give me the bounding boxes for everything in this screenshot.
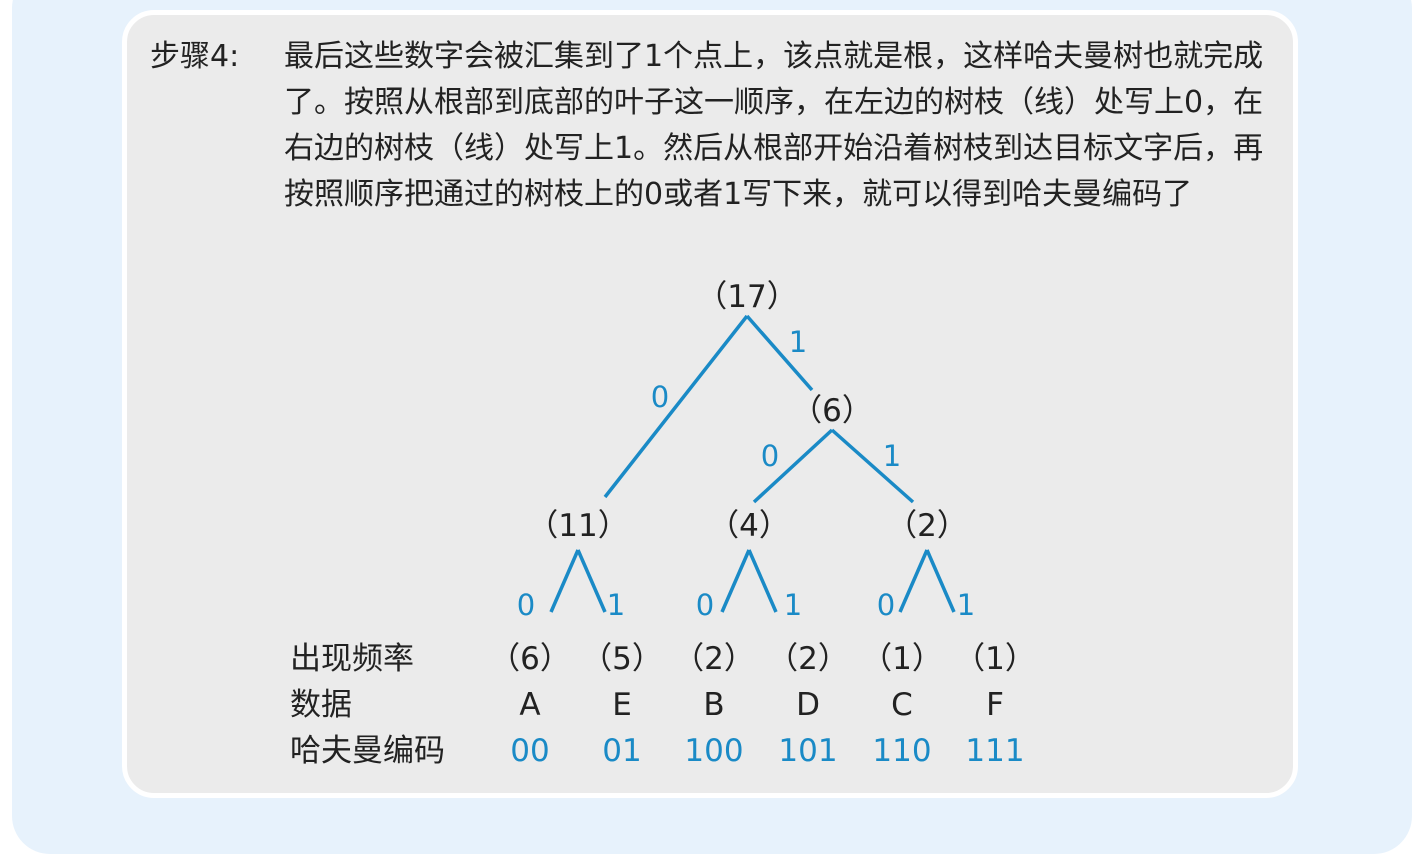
edge-bit-n11-E: 1 bbox=[607, 588, 625, 622]
tree-edge-n4-D bbox=[747, 549, 778, 613]
edge-bit-n6-n2: 1 bbox=[883, 439, 901, 473]
edge-bit-n4-D: 1 bbox=[784, 588, 802, 622]
tree-node-n6: （6） bbox=[791, 393, 873, 429]
tree-edge-n11-A bbox=[549, 549, 580, 613]
tree-edge-n2-C bbox=[898, 549, 929, 613]
leaf-frequency-A: （6） bbox=[489, 641, 571, 677]
leaf-frequency-E: （5） bbox=[581, 641, 663, 677]
edge-bit-n4-B: 0 bbox=[696, 588, 714, 622]
leaf-code-A: 00 bbox=[510, 733, 549, 769]
huffman-table: 出现频率数据哈夫曼编码 （6） A 00 （5） E 01 （2） B 100 （2） D 101 （1）… bbox=[290, 641, 1036, 769]
leaf-data-D: D bbox=[796, 687, 820, 723]
edge-bit-root-n11: 0 bbox=[651, 380, 669, 414]
row-label-code: 哈夫曼编码 bbox=[290, 733, 445, 769]
leaf-data-F: F bbox=[986, 687, 1004, 723]
leaf-frequency-B: （2） bbox=[673, 641, 755, 677]
edge-bit-n2-C: 0 bbox=[877, 588, 895, 622]
leaf-frequency-D: （2） bbox=[767, 641, 849, 677]
tree-edge-n2-F bbox=[925, 549, 956, 613]
tree-edge-n4-B bbox=[720, 549, 751, 613]
tree-edge-root-n11 bbox=[603, 314, 749, 499]
leaf-data-B: B bbox=[703, 687, 724, 723]
leaf-code-B: 100 bbox=[684, 733, 743, 769]
row-label-frequency: 出现频率 bbox=[290, 641, 414, 677]
edge-bit-root-n6: 1 bbox=[789, 325, 807, 359]
row-label-data: 数据 bbox=[290, 687, 352, 723]
leaf-code-D: 101 bbox=[778, 733, 837, 769]
edge-bit-n2-F: 1 bbox=[957, 588, 975, 622]
tree-node-n4: （4） bbox=[708, 508, 790, 544]
leaf-code-E: 01 bbox=[602, 733, 641, 769]
tree-node-n11: （11） bbox=[527, 508, 628, 544]
leaf-code-F: 111 bbox=[965, 733, 1024, 769]
tree-edge-n11-E bbox=[576, 549, 607, 613]
leaf-code-C: 110 bbox=[872, 733, 931, 769]
edge-bit-n11-A: 0 bbox=[517, 588, 535, 622]
tree-node-root: （17） bbox=[696, 279, 797, 315]
leaf-data-C: C bbox=[891, 687, 913, 723]
leaf-frequency-C: （1） bbox=[861, 641, 943, 677]
leaf-data-E: E bbox=[612, 687, 632, 723]
huffman-tree-diagram: （17）（6）（11） （4） （2）010 10 1 0 1 0 1 出现频率数据哈夫曼编码（… bbox=[290, 279, 1036, 769]
edge-bit-n6-n4: 0 bbox=[761, 439, 779, 473]
leaf-frequency-F: （1） bbox=[954, 641, 1036, 677]
leaf-data-A: A bbox=[519, 687, 540, 723]
tree-node-n2: （2） bbox=[886, 508, 968, 544]
